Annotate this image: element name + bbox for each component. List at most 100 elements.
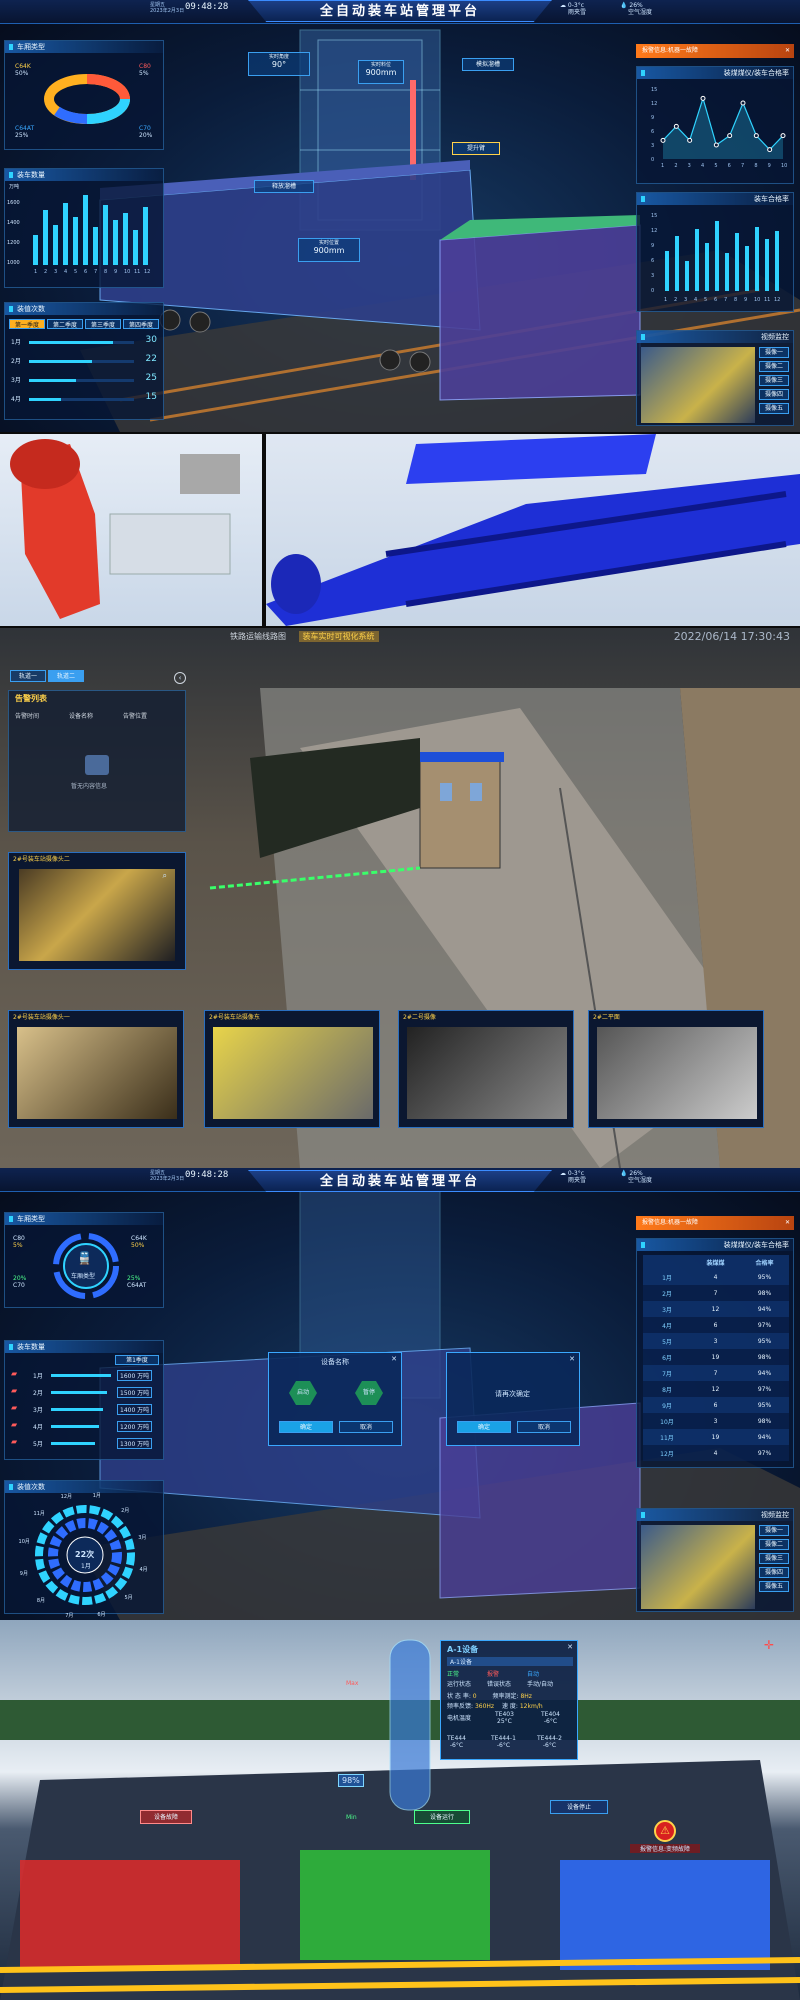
cancel-button[interactable]: 取消 [517,1421,571,1433]
close-icon[interactable]: ✕ [567,1643,573,1651]
confirm-button[interactable]: 确定 [279,1421,333,1433]
x-tick: 11 [764,297,770,303]
camera-3-button[interactable]: 摄像三 [759,375,789,386]
camera-4-button[interactable]: 摄像四 [759,1567,789,1578]
track-1-button[interactable]: 轨道一 [10,670,46,682]
table-row[interactable]: 7月 7 94% [643,1365,789,1381]
zoom-icon[interactable]: ⌕ [163,871,167,881]
warning-text: 报警信息:变频故障 [630,1844,700,1853]
open-gate-button[interactable]: 模拟溜槽 [462,58,514,71]
tag-label: 实时位置 [318,240,339,246]
table-row[interactable]: 12月 4 97% [643,1445,789,1461]
panel-title: 视频监控 [637,1509,793,1521]
tag-fault[interactable]: 设备故障 [140,1810,192,1824]
close-icon[interactable]: ✕ [569,1355,575,1363]
pause-option[interactable]: 暂停 [355,1381,383,1405]
tag-stop[interactable]: 设备停止 [550,1800,608,1814]
warning-badge[interactable]: ⚠ 报警信息:变频故障 [630,1820,700,1853]
section-equipment: A-1设备 ✕ A-1设备 正常 报警 自动 运行状态 错误状态 手动/自动 状 态 率… [0,1620,800,2000]
camera-3-button[interactable]: 摄像三 [759,1553,789,1564]
camera-tile-main[interactable]: 2#号装车站摄像头二 ⌕ [8,852,186,970]
confirm-button[interactable]: 确定 [457,1421,511,1433]
bar [725,253,729,291]
camera-tile-4[interactable]: 2#二平面 [588,1010,764,1128]
camera-2-button[interactable]: 摄像二 [759,1539,789,1550]
train-icon: 🚆 [77,1251,92,1265]
rank-row: 4月 15 [11,392,161,413]
date-text: 2023年2月3日 [150,8,185,14]
table-row[interactable]: 8月 12 97% [643,1381,789,1397]
table-cell: 94% [757,1369,772,1377]
legend-c80: C80 5% [13,1235,25,1249]
camera-1-button[interactable]: 摄像一 [759,347,789,358]
status-row: 正常 报警 自动 [447,1669,573,1678]
table-cell: 4 [713,1449,718,1457]
camera-2-button[interactable]: 摄像二 [759,361,789,372]
bar [43,210,48,265]
quarter-select[interactable]: 第1季度 [115,1355,159,1365]
panel-title: 装车数量 [5,169,163,181]
table-cell: 3月 [662,1306,672,1314]
tab-railway-map[interactable]: 铁路运输线路图 [230,632,286,641]
data-point [713,142,719,148]
table-row[interactable]: 2月 7 98% [643,1285,789,1301]
y-tick: 12 [651,228,657,234]
panel-car-count: 装车数量 第1季度 ▰ 1月 1600 万吨 ▰ 2月 1500 万吨 ▰ 3月 1… [4,1340,164,1460]
tag-run[interactable]: 设备运行 [414,1810,470,1824]
x-tick: 3 [688,163,691,169]
camera-5-button[interactable]: 摄像五 [759,403,789,414]
temp-name: TE444-1 [491,1735,516,1742]
rank-row: 3月 25 [11,373,161,394]
camera-tile-1[interactable]: 2#号装车站摄像头一 [8,1010,184,1128]
camera-tile-2[interactable]: 2#号装车站摄像东 [204,1010,380,1128]
camera-tile-3[interactable]: 2#二号摄像 [398,1010,574,1128]
weather-widget: ☁ 0-3°c 雨夹雪 [560,2,586,16]
release-button[interactable]: 释放溜槽 [254,180,314,193]
count-bar [51,1374,111,1377]
table-row[interactable]: 10月 3 98% [643,1413,789,1429]
x-tick: 9 [114,269,117,273]
table-row[interactable]: 6月 19 98% [643,1349,789,1365]
table-cell: 97% [757,1449,772,1457]
table-cell: 95% [757,1401,772,1409]
close-icon[interactable]: ✕ [785,44,790,58]
track-2-button[interactable]: 轨道二 [48,670,84,682]
bar [133,230,138,265]
table-row[interactable]: 1月 4 95% [643,1269,789,1285]
table-row[interactable]: 9月 6 95% [643,1397,789,1413]
tab-q3[interactable]: 第三季度 [85,319,121,329]
tab-q4[interactable]: 第四季度 [123,319,159,329]
legend-name: C80 [139,63,151,70]
dialog-device: 设备名称 ✕ 启动 暂停 确定 取消 [268,1352,402,1446]
area-fill [663,98,783,159]
bar [735,233,739,291]
section-monitoring: 铁路运输线路图 装车实时可视化系统 2022/06/14 17:30:43 轨道… [0,628,800,1168]
tab-realtime-view[interactable]: 装车实时可视化系统 [298,631,379,642]
table-row[interactable]: 4月 6 97% [643,1317,789,1333]
video-feed[interactable] [641,347,755,423]
start-option[interactable]: 启动 [289,1381,317,1405]
table-row[interactable]: 3月 12 94% [643,1301,789,1317]
camera-5-button[interactable]: 摄像五 [759,1581,789,1592]
count-value: 1600 万吨 [117,1370,153,1381]
camera-1-button[interactable]: 摄像一 [759,1525,789,1536]
month-label: 5月 [124,1595,133,1602]
table-cell: 4 [713,1273,718,1281]
collapse-icon[interactable]: ‹ [174,672,186,684]
cancel-button[interactable]: 取消 [339,1421,393,1433]
video-feed[interactable] [641,1525,755,1609]
date-block: 星期五 2023年2月3日 [150,1170,184,1182]
close-icon[interactable]: ✕ [391,1355,397,1363]
camera-4-button[interactable]: 摄像四 [759,389,789,400]
count-bar [51,1442,95,1445]
legend-pct: 25% [127,1275,141,1282]
empty-box-icon [85,755,109,775]
lift-button[interactable]: 提升臂 [452,142,500,155]
table-row[interactable]: 11月 19 94% [643,1429,789,1445]
tab-q2[interactable]: 第二季度 [47,319,83,329]
panel-title: 告警列表 [15,694,47,703]
bar [705,243,709,291]
close-icon[interactable]: ✕ [785,1216,790,1230]
tab-q1[interactable]: 第一季度 [9,319,45,329]
table-row[interactable]: 5月 3 95% [643,1333,789,1349]
